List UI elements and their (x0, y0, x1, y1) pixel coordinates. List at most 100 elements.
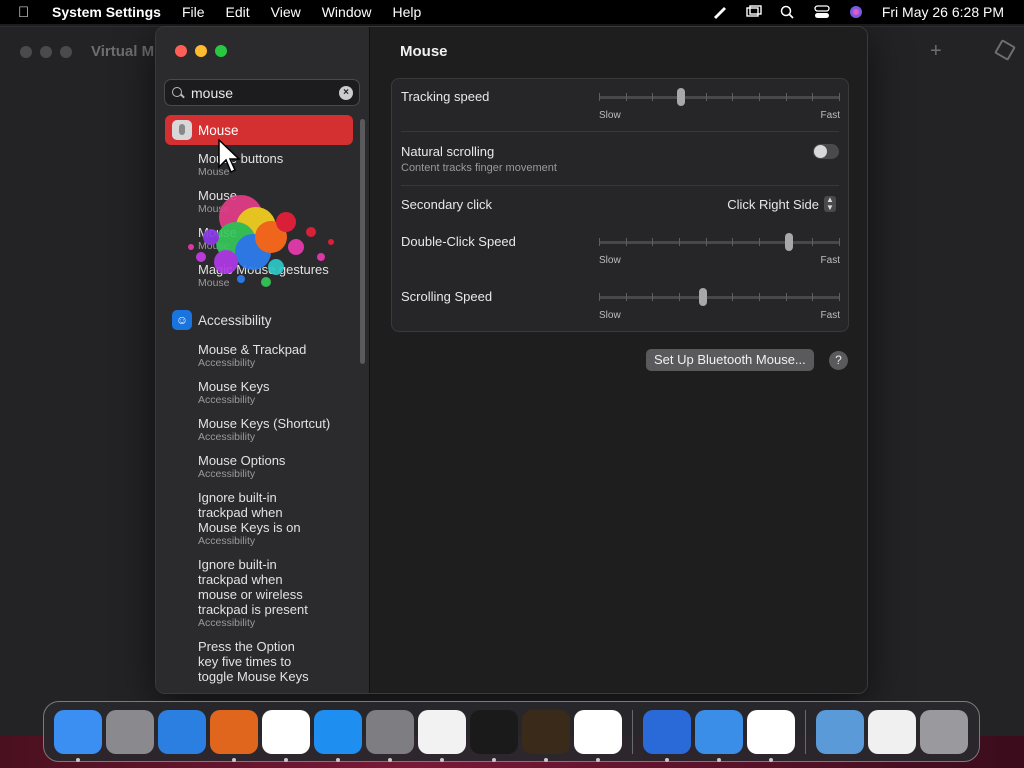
zoom-button[interactable] (215, 45, 227, 57)
result-subtitle: Accessibility (198, 468, 256, 480)
zoom-dot-icon[interactable] (60, 46, 72, 58)
mouse-icon (172, 120, 192, 140)
category-label: Accessibility (198, 312, 272, 328)
slider-tick (732, 238, 733, 246)
document-thumbnail-icon[interactable] (868, 709, 916, 754)
result-title: Ignore built-in trackpad when Mouse Keys… (198, 490, 301, 535)
double-click-speed-label: Double-Click Speed (401, 234, 516, 249)
list-item[interactable]: Mouse buttons Mouse (165, 151, 353, 179)
slider-tick (679, 238, 680, 246)
help-button[interactable]: ? (829, 351, 848, 370)
slider-track (599, 96, 840, 99)
siri-icon[interactable] (848, 5, 864, 19)
slider-knob[interactable] (677, 88, 685, 106)
close-dot-icon[interactable] (20, 46, 32, 58)
terminal-icon[interactable] (470, 709, 518, 762)
list-item[interactable]: Mouse & Trackpad Accessibility (165, 342, 353, 370)
running-indicator (232, 757, 236, 762)
slow-label: Slow (599, 310, 621, 321)
system-settings-window: × Mouse Mouse buttons Mouse Mouse Mouse … (155, 26, 868, 694)
sidebar-scrollbar[interactable] (360, 119, 365, 364)
menu-edit[interactable]: Edit (226, 4, 250, 20)
sidebar-item-mouse[interactable]: Mouse (165, 115, 353, 145)
slider-tick (652, 238, 653, 246)
app-store-icon[interactable] (314, 709, 362, 762)
secondary-click-popup[interactable]: Click Right Side ▲ ▼ (727, 196, 836, 212)
slider-tick (786, 93, 787, 101)
plus-icon[interactable]: + (930, 40, 942, 63)
safari-icon[interactable] (158, 709, 206, 754)
slider-tick (812, 238, 813, 246)
result-title: Mouse (198, 225, 238, 240)
search-field[interactable]: × (164, 79, 360, 106)
apple-icon[interactable]:  (18, 4, 38, 21)
list-item[interactable]: Ignore built-in trackpad when Mouse Keys… (165, 490, 315, 548)
list-item[interactable]: Mouse Keys (Shortcut) Accessibility (165, 416, 353, 444)
control-center-icon[interactable] (814, 5, 830, 19)
utility-icon[interactable] (747, 709, 795, 762)
garageband-icon[interactable] (522, 709, 570, 762)
virtual-machine-icon[interactable] (643, 709, 691, 762)
result-title: Mouse Options (198, 453, 286, 468)
list-item[interactable]: Magic Mouse gestures Mouse (165, 262, 353, 290)
trash-icon[interactable] (920, 709, 968, 754)
tracking-speed-scale: Slow Fast (599, 110, 840, 121)
menu-window[interactable]: Window (322, 4, 372, 20)
slider-tick (812, 293, 813, 301)
screenshot-folder-icon[interactable] (816, 709, 864, 754)
clear-search-icon[interactable]: × (339, 85, 353, 100)
list-item[interactable]: Mouse Keys Accessibility (165, 379, 353, 407)
list-item[interactable]: Mouse Mouse (165, 225, 353, 253)
result-subtitle: Accessibility (198, 535, 256, 547)
mouse-settings-group: Tracking speed Slow Fast Natural scrolli… (391, 78, 849, 332)
running-indicator (440, 757, 444, 762)
accessibility-icon: ☺ (172, 310, 192, 330)
chrome-icon[interactable] (262, 709, 310, 762)
menu-view[interactable]: View (271, 4, 301, 20)
menu-help[interactable]: Help (393, 4, 422, 20)
setup-bluetooth-mouse-button[interactable]: Set Up Bluetooth Mouse... (646, 349, 814, 371)
tracking-speed-slider[interactable] (599, 88, 840, 106)
double-click-speed-slider[interactable] (599, 233, 840, 251)
slider-knob[interactable] (699, 288, 707, 306)
system-settings-icon[interactable] (366, 709, 414, 762)
list-item[interactable]: Press the Option key five times to toggl… (165, 639, 315, 684)
menu-file[interactable]: File (182, 4, 205, 20)
list-item[interactable]: Mouse Mouse (165, 188, 353, 216)
divider (401, 185, 839, 186)
slider-tick (759, 93, 760, 101)
finder-icon[interactable] (54, 709, 102, 762)
sidebar: × Mouse Mouse buttons Mouse Mouse Mouse … (156, 27, 370, 693)
slider-knob[interactable] (785, 233, 793, 251)
menu-clock[interactable]: Fri May 26 6:28 PM (882, 4, 1004, 20)
search-input[interactable] (191, 84, 339, 101)
list-item[interactable]: Mouse Options Accessibility (165, 453, 353, 481)
scrolling-speed-slider[interactable] (599, 288, 840, 306)
search-results: Mouse Mouse buttons Mouse Mouse Mouse Mo… (165, 115, 353, 684)
slider-tick (599, 238, 600, 246)
pen-icon[interactable] (712, 5, 728, 19)
running-indicator (284, 757, 288, 762)
slider-tick (599, 93, 600, 101)
natural-scrolling-toggle[interactable] (813, 144, 839, 159)
menu-app-name[interactable]: System Settings (52, 4, 161, 20)
list-item[interactable]: Ignore built-in trackpad when mouse or w… (165, 557, 315, 630)
textedit-icon[interactable] (418, 709, 466, 762)
slider-tick (599, 293, 600, 301)
background-window-controls (20, 46, 72, 58)
slider-tick (812, 93, 813, 101)
weather-icon[interactable] (695, 709, 743, 762)
box-icon[interactable] (994, 39, 1016, 61)
slider-tick (706, 238, 707, 246)
screen-mirroring-icon[interactable] (746, 5, 762, 19)
minimize-button[interactable] (195, 45, 207, 57)
mouse-pointer-icon (218, 139, 241, 174)
vscode-icon[interactable] (574, 709, 622, 762)
close-button[interactable] (175, 45, 187, 57)
launchpad-icon[interactable] (106, 709, 154, 754)
minimize-dot-icon[interactable] (40, 46, 52, 58)
firefox-icon[interactable] (210, 709, 258, 762)
category-accessibility[interactable]: ☺ Accessibility (165, 310, 353, 330)
spotlight-icon[interactable] (780, 5, 796, 19)
running-indicator (388, 757, 392, 762)
